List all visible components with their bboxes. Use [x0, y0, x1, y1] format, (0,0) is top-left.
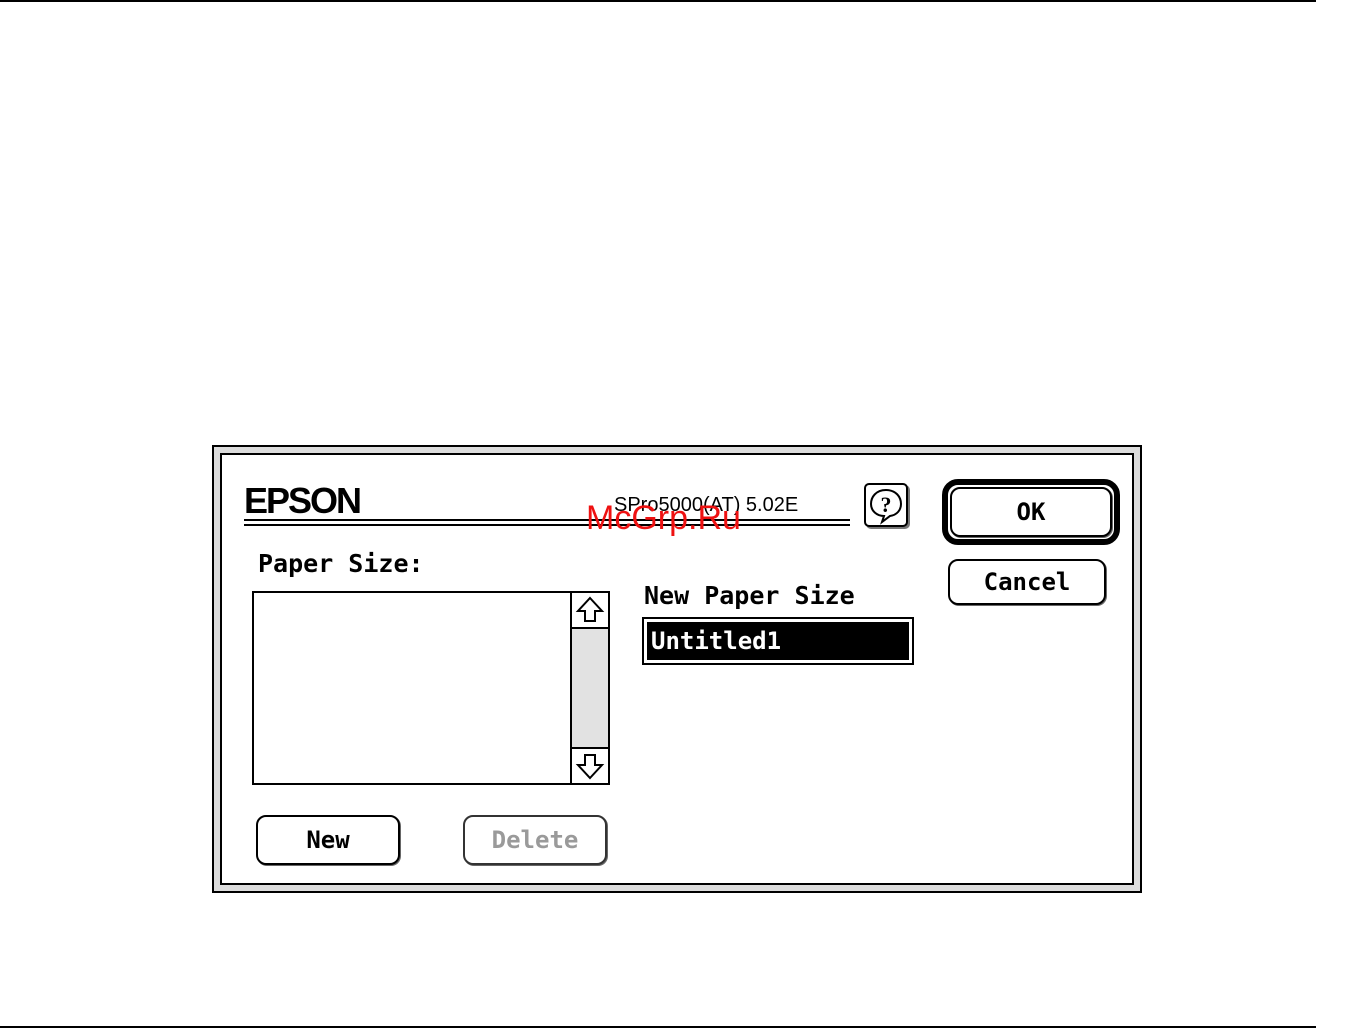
header-divider: [244, 524, 850, 526]
scroll-up-button[interactable]: [572, 593, 608, 629]
delete-button: Delete: [463, 815, 607, 865]
page-bottom-rule: [0, 1026, 1316, 1028]
paper-size-label: Paper Size:: [258, 549, 424, 578]
dialog-content: EPSON SPro5000(AT) 5.02E McGrp.Ru ? OK C…: [220, 453, 1134, 885]
list-scrollbar[interactable]: [570, 593, 608, 783]
page-top-rule: [0, 0, 1316, 2]
epson-logo: EPSON: [244, 480, 362, 521]
svg-text:?: ?: [881, 492, 892, 517]
arrow-down-icon: [575, 754, 605, 780]
new-button[interactable]: New: [256, 815, 400, 865]
help-balloon-icon: ?: [869, 488, 903, 525]
paper-size-list[interactable]: [252, 591, 610, 785]
help-button[interactable]: ?: [864, 483, 908, 527]
watermark-text: McGrp.Ru: [586, 499, 741, 537]
new-paper-size-label: New Paper Size: [644, 581, 855, 610]
header-divider: [244, 519, 850, 521]
paper-name-value[interactable]: Untitled1: [647, 622, 909, 660]
ok-button[interactable]: OK: [950, 487, 1112, 537]
cancel-button[interactable]: Cancel: [948, 559, 1106, 605]
scroll-down-button[interactable]: [572, 747, 608, 783]
paper-name-input[interactable]: Untitled1: [642, 617, 914, 665]
arrow-up-icon: [575, 596, 605, 622]
paper-size-dialog: EPSON SPro5000(AT) 5.02E McGrp.Ru ? OK C…: [212, 445, 1142, 893]
